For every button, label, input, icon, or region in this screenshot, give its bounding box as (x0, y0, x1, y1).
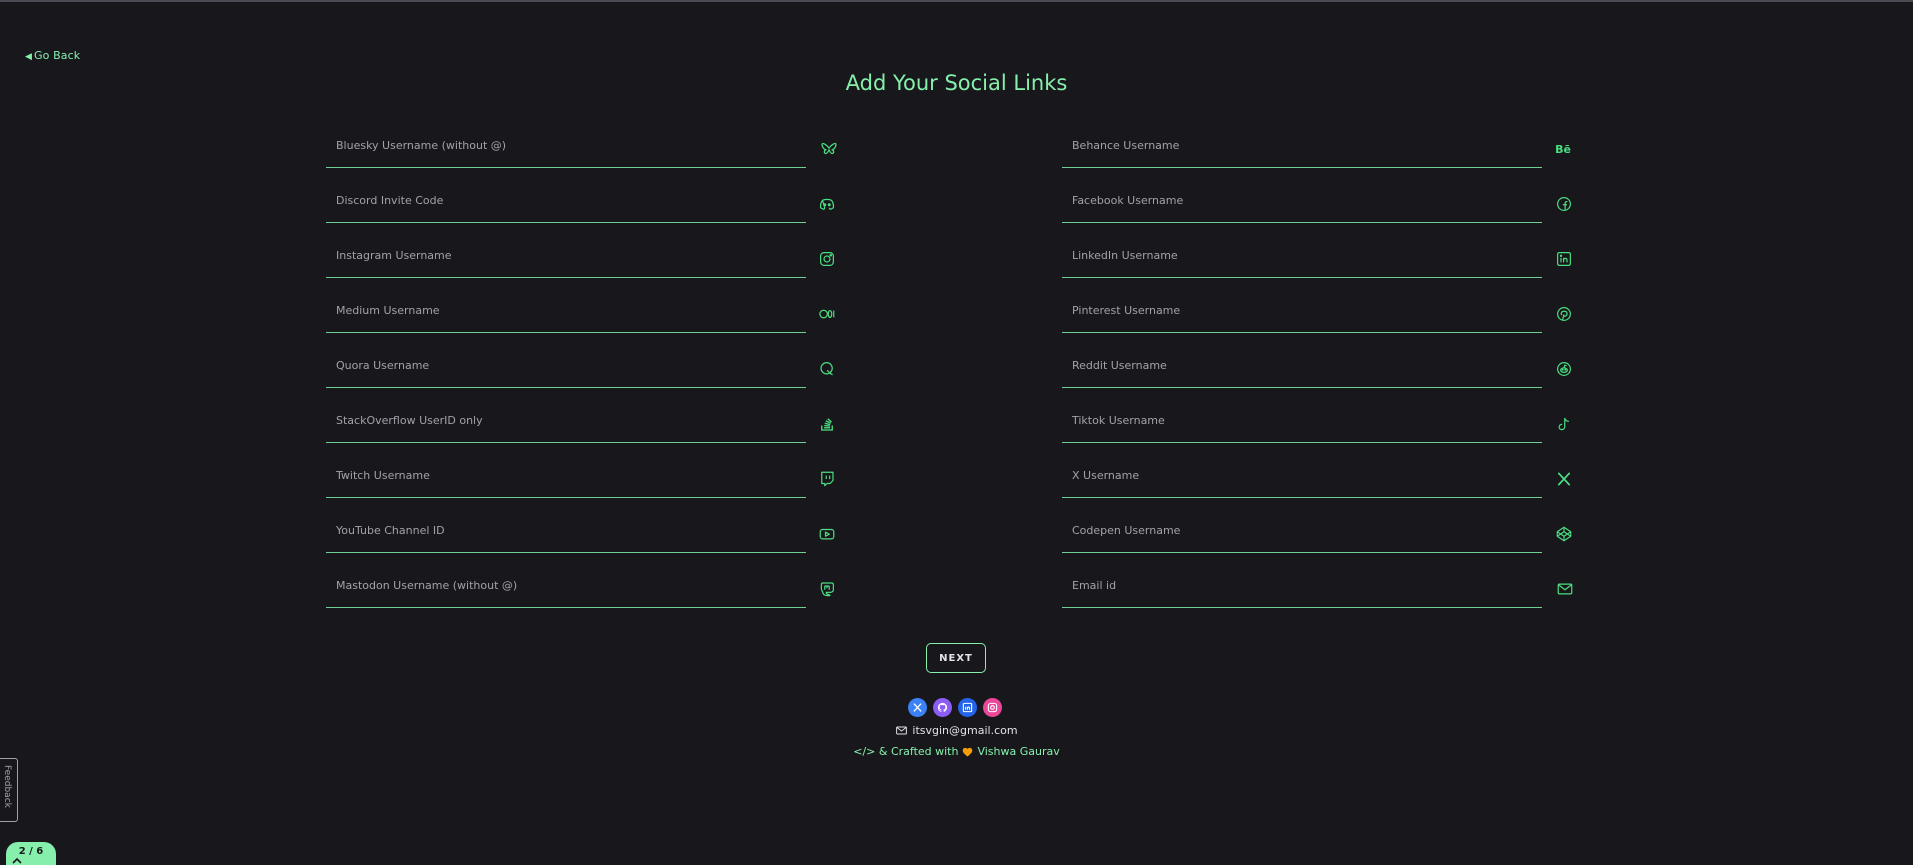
tiktok-icon (1554, 414, 1574, 434)
discord-input[interactable] (326, 179, 806, 222)
back-arrow-icon: ◀ (25, 52, 33, 62)
instagram-icon (987, 702, 998, 713)
bluesky-field[interactable] (326, 124, 806, 168)
behance-input[interactable] (1062, 124, 1542, 167)
mastodon-field[interactable] (326, 564, 806, 608)
crafted-prefix: </> & Crafted with (853, 745, 959, 758)
facebook-field[interactable] (1062, 179, 1542, 223)
linkedin-field[interactable] (1062, 234, 1542, 278)
progress-label: 2 / 6 (18, 846, 44, 857)
author-name[interactable]: Vishwa Gaurav (977, 745, 1059, 758)
youtube-input[interactable] (326, 509, 806, 552)
reddit-input[interactable] (1062, 344, 1542, 387)
contact-email[interactable]: itsvgin@gmail.com (0, 724, 1913, 737)
page-title: Add Your Social Links (845, 71, 1068, 95)
github-icon (937, 702, 948, 712)
tiktok-input[interactable] (1062, 399, 1542, 442)
stackoverflow-icon (817, 414, 837, 434)
linkedin-icon (962, 702, 973, 713)
feedback-tab[interactable]: Feedback (0, 758, 18, 822)
next-button[interactable]: NEXT (926, 643, 986, 673)
mail-icon (1555, 579, 1575, 599)
discord-icon (817, 194, 837, 214)
youtube-icon (817, 524, 837, 544)
footer-social-links (908, 698, 1002, 717)
reddit-field[interactable] (1062, 344, 1542, 388)
bluesky-input[interactable] (326, 124, 806, 167)
medium-field[interactable] (326, 289, 806, 333)
instagram-social-link[interactable] (983, 698, 1002, 717)
twitch-field[interactable] (326, 454, 806, 498)
linkedin-icon (1554, 249, 1574, 269)
quora-icon (817, 359, 837, 379)
linkedin-input[interactable] (1062, 234, 1542, 277)
heart-icon (963, 747, 973, 757)
chevron-up-icon[interactable] (10, 857, 24, 865)
behance-field[interactable] (1062, 124, 1542, 168)
x-social-link[interactable] (908, 698, 927, 717)
twitch-input[interactable] (326, 454, 806, 497)
behance-icon: Bē (1555, 142, 1571, 156)
mastodon-input[interactable] (326, 564, 806, 607)
mastodon-icon (817, 579, 837, 599)
medium-icon (817, 304, 837, 324)
x-field[interactable] (1062, 454, 1542, 498)
pinterest-input[interactable] (1062, 289, 1542, 332)
contact-email-text: itsvgin@gmail.com (912, 724, 1018, 737)
instagram-field[interactable] (326, 234, 806, 278)
go-back-label: Go Back (34, 49, 81, 62)
x-icon (913, 703, 922, 712)
stackoverflow-field[interactable] (326, 399, 806, 443)
mail-icon (896, 726, 908, 735)
github-social-link[interactable] (933, 698, 952, 717)
discord-field[interactable] (326, 179, 806, 223)
pinterest-icon (1554, 304, 1574, 324)
crafted-by-credit: </> & Crafted with Vishwa Gaurav (0, 745, 1913, 758)
linkedin-social-link[interactable] (958, 698, 977, 717)
tiktok-field[interactable] (1062, 399, 1542, 443)
top-border (0, 0, 1913, 2)
email-field[interactable] (1062, 564, 1542, 608)
pinterest-field[interactable] (1062, 289, 1542, 333)
codepen-input[interactable] (1062, 509, 1542, 552)
quora-input[interactable] (326, 344, 806, 387)
twitch-icon (817, 469, 837, 489)
instagram-icon (817, 249, 837, 269)
youtube-field[interactable] (326, 509, 806, 553)
email-input[interactable] (1062, 564, 1542, 607)
x-input[interactable] (1062, 454, 1542, 497)
codepen-icon (1554, 524, 1574, 544)
instagram-input[interactable] (326, 234, 806, 277)
facebook-input[interactable] (1062, 179, 1542, 222)
stackoverflow-input[interactable] (326, 399, 806, 442)
reddit-icon (1554, 359, 1574, 379)
go-back-link[interactable]: ◀ Go Back (25, 49, 80, 62)
quora-field[interactable] (326, 344, 806, 388)
feedback-label: Feedback (2, 765, 12, 808)
medium-input[interactable] (326, 289, 806, 332)
x-icon (1554, 469, 1574, 489)
butterfly-icon (819, 139, 839, 159)
codepen-field[interactable] (1062, 509, 1542, 553)
facebook-icon (1554, 194, 1574, 214)
